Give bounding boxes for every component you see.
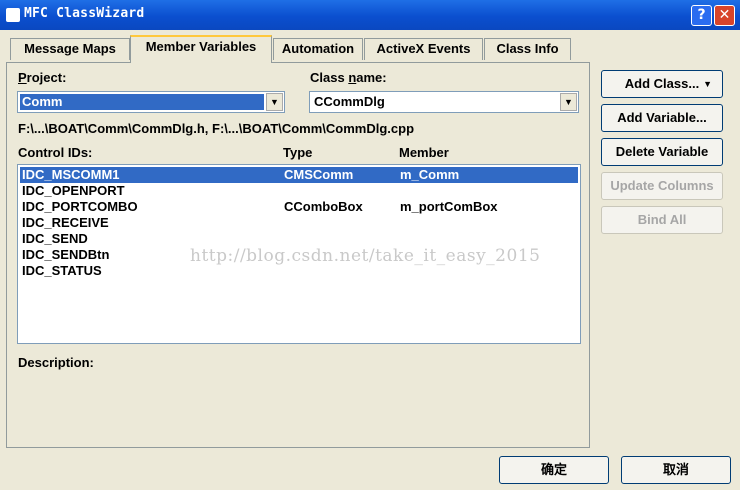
bind-all-button[interactable]: Bind All	[601, 206, 723, 234]
title-bar[interactable]: MFC ClassWizard ? ✕	[0, 0, 740, 30]
classwizard-dialog: MFC ClassWizard ? ✕ Message Maps Member …	[0, 0, 740, 490]
help-button[interactable]: ?	[691, 5, 712, 26]
chevron-down-icon: ▼	[703, 79, 712, 89]
member-header: Member	[399, 145, 449, 160]
window-title: MFC ClassWizard	[24, 6, 145, 21]
watermark: http://blog.csdn.net/take_it_easy_2015	[190, 246, 541, 266]
project-label: Project:	[18, 70, 67, 85]
description-label: Description:	[18, 355, 94, 370]
list-item[interactable]: IDC_MSCOMM1 CMSComm m_Comm	[20, 167, 578, 183]
ok-button[interactable]: 确定	[499, 456, 609, 484]
project-value: Comm	[20, 94, 264, 110]
add-variable-button[interactable]: Add Variable...	[601, 104, 723, 132]
class-name-value: CCommDlg	[314, 94, 385, 109]
add-class-button[interactable]: Add Class... ▼	[601, 70, 723, 98]
delete-variable-button[interactable]: Delete Variable	[601, 138, 723, 166]
project-combo[interactable]: Comm ▼	[17, 91, 285, 113]
list-item[interactable]: IDC_PORTCOMBO CComboBox m_portComBox	[20, 199, 578, 215]
control-ids-header: Control IDs:	[18, 145, 92, 160]
tab-class-info[interactable]: Class Info	[484, 38, 571, 60]
close-button[interactable]: ✕	[714, 5, 735, 26]
app-icon	[6, 8, 20, 22]
list-item[interactable]: IDC_RECEIVE	[20, 215, 578, 231]
chevron-down-icon[interactable]: ▼	[266, 93, 283, 111]
list-item[interactable]: IDC_SEND	[20, 231, 578, 247]
cancel-button[interactable]: 取消	[621, 456, 731, 484]
tab-automation[interactable]: Automation	[273, 38, 363, 60]
type-header: Type	[283, 145, 313, 160]
tab-message-maps[interactable]: Message Maps	[10, 38, 130, 60]
update-columns-button[interactable]: Update Columns	[601, 172, 723, 200]
tab-member-variables[interactable]: Member Variables	[130, 35, 272, 63]
list-item[interactable]: IDC_OPENPORT	[20, 183, 578, 199]
file-path: F:\...\BOAT\Comm\CommDlg.h, F:\...\BOAT\…	[18, 121, 415, 136]
class-name-combo[interactable]: CCommDlg ▼	[309, 91, 579, 113]
tab-strip: Message Maps Member Variables Automation…	[0, 30, 740, 63]
control-ids-header-text: Control IDs:	[18, 145, 93, 160]
class-name-label: Class name:	[310, 70, 387, 85]
chevron-down-icon[interactable]: ▼	[560, 93, 577, 111]
tab-activex-events[interactable]: ActiveX Events	[364, 38, 483, 60]
